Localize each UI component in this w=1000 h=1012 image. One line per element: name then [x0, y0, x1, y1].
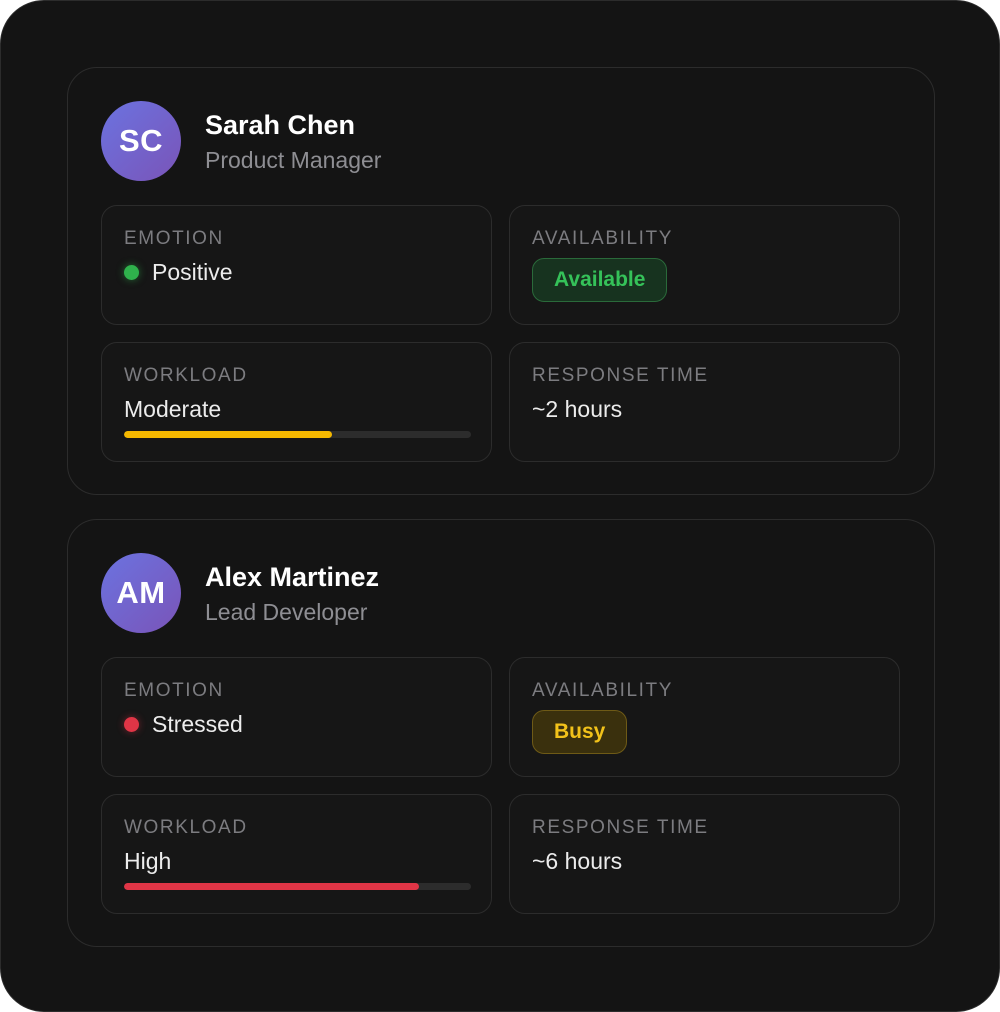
workload-value: High	[124, 848, 172, 874]
avatar: AM	[101, 553, 181, 633]
emotion-tile: EMOTION Positive	[101, 205, 492, 325]
person-card-alex-martinez[interactable]: AM Alex Martinez Lead Developer EMOTION …	[67, 519, 935, 947]
workload-bar	[124, 431, 471, 438]
emotion-tile: EMOTION Stressed	[101, 657, 492, 777]
workload-bar-fill	[124, 883, 419, 890]
response-time-value: ~2 hours	[532, 396, 623, 422]
response-time-label: RESPONSE TIME	[532, 817, 709, 838]
response-time-label: RESPONSE TIME	[532, 365, 709, 386]
emotion-value: Stressed	[152, 711, 243, 737]
emotion-status-dot-icon	[124, 717, 139, 732]
workload-label: WORKLOAD	[124, 817, 248, 838]
workload-bar-fill	[124, 431, 333, 438]
availability-label: AVAILABILITY	[532, 228, 673, 249]
response-time-tile: RESPONSE TIME ~2 hours	[509, 342, 900, 462]
workload-value: Moderate	[124, 396, 222, 422]
person-role: Product Manager	[205, 147, 382, 173]
workload-label: WORKLOAD	[124, 365, 248, 386]
workload-tile: WORKLOAD High	[101, 794, 492, 914]
person-card-sarah-chen[interactable]: SC Sarah Chen Product Manager EMOTION Po…	[67, 67, 935, 495]
availability-tile: AVAILABILITY Available	[509, 205, 900, 325]
emotion-label: EMOTION	[124, 228, 224, 249]
workload-bar	[124, 883, 471, 890]
availability-badge: Busy	[532, 710, 628, 754]
person-role: Lead Developer	[205, 599, 368, 625]
emotion-label: EMOTION	[124, 680, 224, 701]
team-status-panel: SC Sarah Chen Product Manager EMOTION Po…	[0, 0, 1000, 1012]
response-time-tile: RESPONSE TIME ~6 hours	[509, 794, 900, 914]
availability-badge: Available	[532, 258, 668, 302]
avatar: SC	[101, 101, 181, 181]
response-time-value: ~6 hours	[532, 848, 623, 874]
workload-tile: WORKLOAD Moderate	[101, 342, 492, 462]
person-name: Sarah Chen	[205, 110, 356, 140]
availability-tile: AVAILABILITY Busy	[509, 657, 900, 777]
person-name: Alex Martinez	[205, 562, 380, 592]
emotion-value: Positive	[152, 259, 233, 285]
emotion-status-dot-icon	[124, 265, 139, 280]
availability-label: AVAILABILITY	[532, 680, 673, 701]
